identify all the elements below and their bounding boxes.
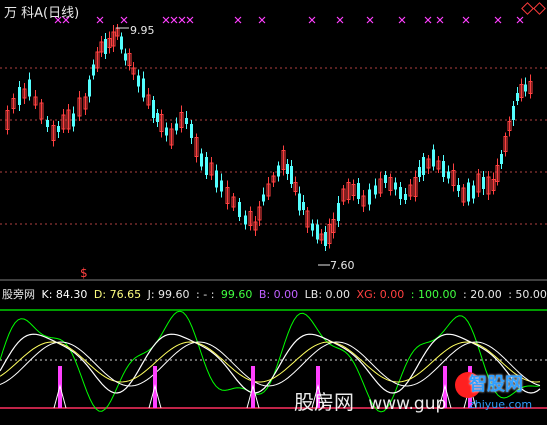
- cross-marker-icon: [336, 16, 344, 24]
- cross-marker-icon: [424, 16, 432, 24]
- candle-down: [46, 120, 49, 127]
- cross-marker-icon: [308, 16, 316, 24]
- candle-down: [244, 215, 247, 225]
- candle-down: [152, 100, 155, 118]
- chart-canvas[interactable]: 9.95 7.60 $: [0, 0, 547, 425]
- candle-down: [142, 78, 145, 98]
- xg-label: XG:: [356, 288, 377, 301]
- candle-down: [88, 79, 91, 97]
- cross-marker-icon: [186, 16, 194, 24]
- candle-down: [324, 232, 327, 246]
- indicator-values-bar: 股旁网 K: 84.30 D: 76.65 J: 99.60 : - : 99.…: [2, 286, 547, 302]
- candle-down: [422, 157, 425, 175]
- candle-down: [286, 164, 289, 174]
- signal-dollar-marker: $: [80, 266, 88, 280]
- indicator-name: 股旁网: [2, 288, 35, 301]
- candle-down: [500, 154, 503, 164]
- candle-down: [18, 87, 21, 105]
- candle-down: [316, 224, 319, 240]
- candle-down: [205, 157, 208, 175]
- watermark-site-name: 股房网: [294, 390, 354, 414]
- window-title: 万 科A(日线): [4, 6, 80, 21]
- separator-dash: : - :: [196, 288, 215, 301]
- candle-down: [467, 182, 470, 202]
- lb-value: LB: 0.00: [304, 288, 351, 301]
- candle-down: [28, 79, 31, 97]
- candle-down: [92, 64, 95, 76]
- value-3: : 20.00: [463, 288, 502, 301]
- candle-down: [262, 194, 265, 202]
- candle-down: [457, 185, 460, 191]
- logo-text: 智股网: [469, 374, 523, 395]
- candle-down: [277, 165, 280, 177]
- low-price-label: 7.60: [330, 259, 355, 272]
- b-value: B: 0.00: [258, 288, 299, 301]
- candle-down: [524, 84, 527, 92]
- candle-down: [432, 149, 435, 167]
- candle-down: [482, 177, 485, 189]
- cross-marker-icon: [162, 16, 170, 24]
- candle-down: [374, 185, 377, 195]
- candle-down: [302, 202, 305, 210]
- candle-down: [200, 153, 203, 167]
- candle-down: [311, 223, 314, 231]
- candle-down: [384, 175, 387, 183]
- cross-marker-icon: [462, 16, 470, 24]
- cross-marker-icon: [398, 16, 406, 24]
- cross-marker-icon: [170, 16, 178, 24]
- watermark-text: 股房网 www.gup: [294, 386, 446, 415]
- cross-marker-icon: [96, 16, 104, 24]
- cross-marker-icon: [178, 16, 186, 24]
- watermark-logo: 智股网 zhiyue.com: [455, 368, 541, 420]
- xg-value: 0.00: [379, 288, 405, 301]
- candle-down: [399, 187, 402, 199]
- high-price-label: 9.95: [130, 24, 155, 37]
- candle-down: [298, 193, 301, 211]
- candle-down: [120, 36, 123, 50]
- cross-marker-icon: [258, 16, 266, 24]
- j-value: J: 99.60: [147, 288, 190, 301]
- watermark-url: www.gup: [368, 394, 447, 414]
- candle-down: [137, 75, 140, 87]
- candle-down: [447, 171, 450, 179]
- signal-crosses: [54, 16, 524, 24]
- cross-marker-icon: [494, 16, 502, 24]
- candle-down: [368, 189, 371, 205]
- candle-down: [442, 161, 445, 177]
- cross-marker-icon: [234, 16, 242, 24]
- value-2: : 100.00: [410, 288, 457, 301]
- candlesticks[interactable]: [5, 24, 533, 266]
- candle-down: [104, 39, 107, 54]
- candle-down: [57, 126, 60, 132]
- candle-down: [337, 203, 340, 221]
- candle-down: [238, 202, 241, 217]
- cross-marker-icon: [436, 16, 444, 24]
- candle-down: [215, 170, 218, 188]
- candle-down: [220, 180, 223, 192]
- value-1: 99.60: [220, 288, 253, 301]
- candle-down: [290, 166, 293, 184]
- candle-down: [156, 113, 159, 122]
- candle-down: [190, 124, 193, 138]
- candle-down: [394, 182, 397, 190]
- candle-down: [512, 106, 515, 120]
- candle-down: [72, 113, 75, 127]
- candle-down: [175, 123, 178, 131]
- candle-down: [418, 167, 421, 177]
- candle-down: [165, 127, 168, 136]
- cross-marker-icon: [120, 16, 128, 24]
- d-value: D: 76.65: [93, 288, 142, 301]
- candle-down: [404, 194, 407, 200]
- value-4: : 50.00: [508, 288, 547, 301]
- k-value: K: 84.30: [41, 288, 88, 301]
- candle-down: [124, 53, 127, 61]
- candle-down: [472, 185, 475, 199]
- logo-url: zhiyue.com: [469, 398, 533, 411]
- cross-marker-icon: [366, 16, 374, 24]
- cross-marker-icon: [516, 16, 524, 24]
- candle-down: [516, 93, 519, 101]
- candle-down: [357, 183, 360, 199]
- candle-down: [185, 118, 188, 124]
